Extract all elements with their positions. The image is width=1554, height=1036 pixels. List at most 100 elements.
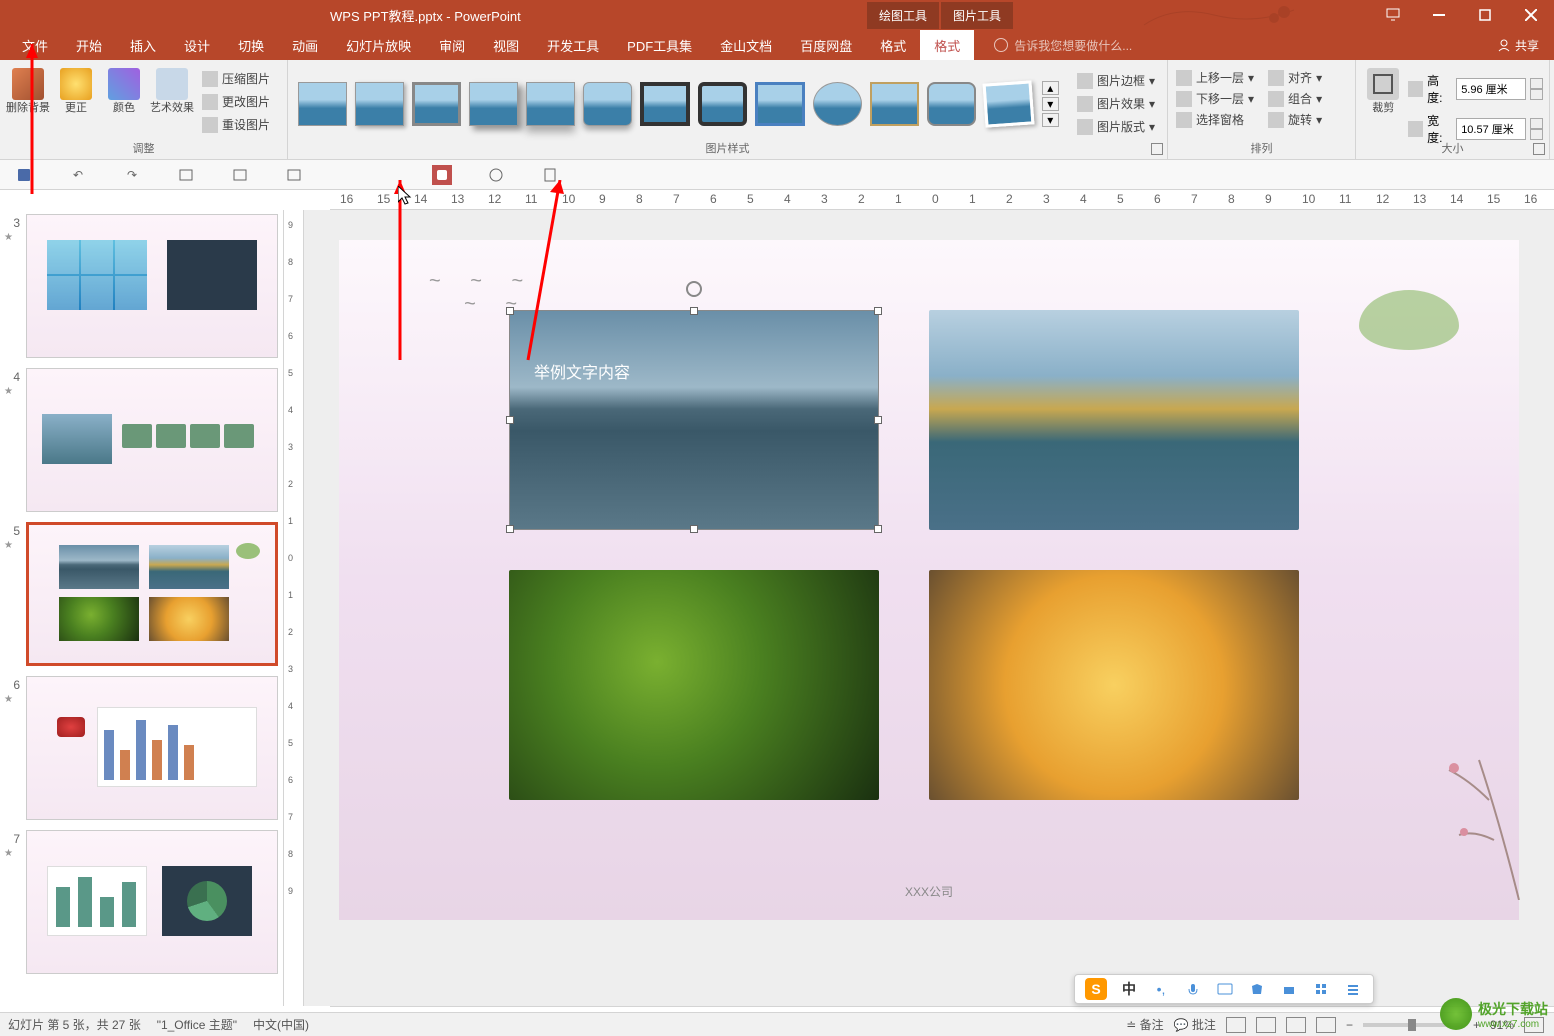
picture-style-8[interactable] <box>698 82 748 126</box>
menu-slideshow[interactable]: 幻灯片放映 <box>332 30 425 60</box>
status-notes-toggle[interactable]: ≐ 备注 <box>1126 1016 1163 1033</box>
height-input[interactable] <box>1456 78 1526 100</box>
context-tab-picture[interactable]: 图片工具 <box>941 2 1013 29</box>
horizontal-ruler[interactable]: 1615141312111098765432101234567891011121… <box>330 190 1554 210</box>
ime-voice-icon[interactable] <box>1183 979 1203 999</box>
qat-btn-8[interactable] <box>486 165 506 185</box>
picture-style-12[interactable] <box>927 82 976 126</box>
slide-image-2[interactable] <box>929 310 1299 530</box>
picture-style-6[interactable] <box>583 82 632 126</box>
menu-view[interactable]: 视图 <box>479 30 533 60</box>
picture-style-13[interactable] <box>983 80 1035 127</box>
ime-punct-icon[interactable]: •, <box>1151 979 1171 999</box>
styles-launcher[interactable] <box>1151 143 1163 155</box>
change-picture-button[interactable]: 更改图片 <box>198 91 274 112</box>
ribbon-options-icon[interactable] <box>1370 0 1416 30</box>
artistic-effects-button[interactable]: 艺术效果 <box>150 68 194 135</box>
menu-baidu[interactable]: 百度网盘 <box>786 30 866 60</box>
rotate-handle[interactable] <box>686 281 702 297</box>
resize-handle-ne[interactable] <box>874 307 882 315</box>
menu-review[interactable]: 审阅 <box>425 30 479 60</box>
style-gallery-down[interactable]: ▾ <box>1042 97 1059 111</box>
view-sorter[interactable] <box>1256 1017 1276 1033</box>
resize-handle-e[interactable] <box>874 416 882 424</box>
group-button[interactable]: 组合▾ <box>1266 89 1324 108</box>
ime-toolbar[interactable]: S 中 •, <box>1074 974 1374 1004</box>
style-gallery-more[interactable]: ▾ <box>1042 113 1059 127</box>
share-button[interactable]: 共享 <box>1497 37 1539 54</box>
size-launcher[interactable] <box>1533 143 1545 155</box>
view-normal[interactable] <box>1226 1017 1246 1033</box>
picture-style-5[interactable] <box>526 82 575 126</box>
tell-me-search[interactable]: 告诉我您想要做什么... <box>994 37 1132 54</box>
picture-style-4[interactable] <box>469 82 518 126</box>
menu-file[interactable]: 文件 <box>8 30 62 60</box>
ime-skin-icon[interactable] <box>1247 979 1267 999</box>
slide-thumb-6[interactable]: 6★ <box>4 676 279 820</box>
menu-home[interactable]: 开始 <box>62 30 116 60</box>
resize-handle-n[interactable] <box>690 307 698 315</box>
resize-handle-nw[interactable] <box>506 307 514 315</box>
context-tab-draw[interactable]: 绘图工具 <box>867 2 939 29</box>
vertical-ruler[interactable]: 9876543210123456789 <box>284 210 304 1006</box>
reset-picture-button[interactable]: 重设图片 <box>198 114 274 135</box>
close-button[interactable] <box>1508 0 1554 30</box>
width-up[interactable] <box>1530 118 1543 129</box>
menu-insert[interactable]: 插入 <box>116 30 170 60</box>
corrections-button[interactable]: 更正 <box>54 68 98 135</box>
menu-design[interactable]: 设计 <box>170 30 224 60</box>
picture-style-2[interactable] <box>355 82 404 126</box>
slide-image-4[interactable] <box>929 570 1299 800</box>
height-down[interactable] <box>1530 89 1543 100</box>
minimize-button[interactable] <box>1416 0 1462 30</box>
view-reading[interactable] <box>1286 1017 1306 1033</box>
slide-canvas[interactable]: ~ ~ ~ ~ ~ 举例文字内容 XXX公司 <box>339 240 1519 920</box>
slide-editor[interactable]: ~ ~ ~ ~ ~ 举例文字内容 XXX公司 <box>304 210 1554 1006</box>
picture-style-7[interactable] <box>640 82 690 126</box>
status-language[interactable]: 中文(中国) <box>253 1016 309 1033</box>
cloud-shape[interactable] <box>1359 290 1459 350</box>
slide-thumb-3[interactable]: 3★ <box>4 214 279 358</box>
ime-settings-icon[interactable] <box>1311 979 1331 999</box>
zoom-out[interactable]: − <box>1346 1018 1353 1032</box>
picture-border-button[interactable]: 图片边框▾ <box>1075 70 1157 91</box>
picture-style-10[interactable] <box>813 82 862 126</box>
bring-forward-button[interactable]: 上移一层▾ <box>1174 68 1256 87</box>
qat-redo[interactable]: ↷ <box>122 165 142 185</box>
width-down[interactable] <box>1530 129 1543 140</box>
menu-animation[interactable]: 动画 <box>278 30 332 60</box>
qat-undo[interactable]: ↶ <box>68 165 88 185</box>
picture-layout-button[interactable]: 图片版式▾ <box>1075 116 1157 137</box>
resize-handle-se[interactable] <box>874 525 882 533</box>
picture-style-3[interactable] <box>412 82 461 126</box>
selection-pane-button[interactable]: 选择窗格 <box>1174 110 1256 129</box>
picture-effects-button[interactable]: 图片效果▾ <box>1075 93 1157 114</box>
height-up[interactable] <box>1530 78 1543 89</box>
slide-thumb-5[interactable]: 5★ <box>4 522 279 666</box>
qat-save[interactable] <box>14 165 34 185</box>
menu-format1[interactable]: 格式 <box>866 30 920 60</box>
crop-button[interactable]: 裁剪 <box>1362 68 1404 146</box>
menu-transition[interactable]: 切换 <box>224 30 278 60</box>
menu-format2[interactable]: 格式 <box>920 30 974 60</box>
qat-btn-9[interactable] <box>540 165 560 185</box>
qat-active-tool[interactable] <box>432 165 452 185</box>
ime-logo-icon[interactable]: S <box>1085 978 1107 1000</box>
remove-background-button[interactable]: 删除背景 <box>6 68 50 135</box>
maximize-button[interactable] <box>1462 0 1508 30</box>
picture-style-1[interactable] <box>298 82 347 126</box>
qat-from-beginning[interactable] <box>176 165 196 185</box>
qat-btn-6[interactable] <box>284 165 304 185</box>
color-button[interactable]: 颜色 <box>102 68 146 135</box>
ime-menu-icon[interactable] <box>1343 979 1363 999</box>
style-gallery-up[interactable]: ▴ <box>1042 81 1059 95</box>
slide-image-3[interactable] <box>509 570 879 800</box>
ime-toolbox-icon[interactable] <box>1279 979 1299 999</box>
ime-lang-toggle[interactable]: 中 <box>1119 979 1139 999</box>
menu-wpsdocs[interactable]: 金山文档 <box>706 30 786 60</box>
width-input[interactable] <box>1456 118 1526 140</box>
menu-pdftools[interactable]: PDF工具集 <box>613 30 706 60</box>
ime-keyboard-icon[interactable] <box>1215 979 1235 999</box>
picture-style-11[interactable] <box>870 82 919 126</box>
slide-panel[interactable]: 3★ 4★ 5★ 6★ 7★ <box>0 210 284 1006</box>
